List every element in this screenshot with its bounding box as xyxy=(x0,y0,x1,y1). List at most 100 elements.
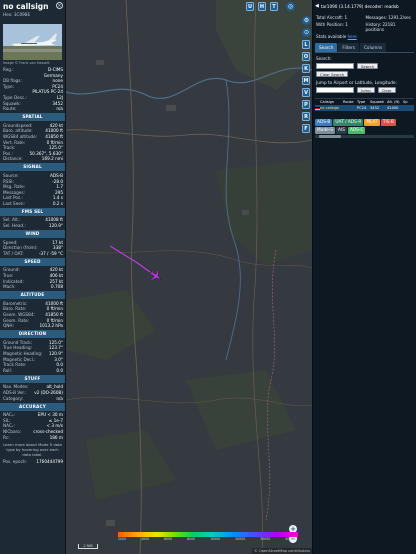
stats-link[interactable]: here xyxy=(348,34,357,39)
row-callsign: no callsign xyxy=(320,106,340,110)
info-row: Sel. Head.: 120.9° xyxy=(0,223,65,229)
search-panel: Search: Search Clear Search Jump to Airp… xyxy=(313,53,416,96)
map-scale: 2 NM xyxy=(78,544,98,549)
info-row: Mach: 0.708 xyxy=(0,284,65,290)
info-note: Learn more about Mode S data type by hov… xyxy=(3,442,62,458)
tab-filters[interactable]: Filters xyxy=(338,43,359,52)
info-row-value: n/a xyxy=(56,106,63,112)
info-row-label: Sel. Head.: xyxy=(3,223,26,229)
info-row-label: TAT / OAT: xyxy=(3,250,24,256)
table-row[interactable]: no callsign PC24 3452 41000 xyxy=(315,105,414,111)
recenter-icon[interactable]: ⊙ xyxy=(302,28,311,37)
map-tiles xyxy=(66,0,312,554)
legend-chip: UAT / ADS-R xyxy=(333,119,364,126)
aircraft-photo[interactable] xyxy=(3,24,62,60)
callsign-title: no callsign xyxy=(3,2,49,11)
pos-epoch-row: Pos. epoch: 1760444799 xyxy=(0,459,65,465)
map-view[interactable]: ◎ U H T ⚙ ⊙ L O K M V P R F + − 2000 400… xyxy=(66,0,312,554)
history-count: History: 22181 positions xyxy=(365,21,396,33)
search-button[interactable]: Search xyxy=(357,63,379,69)
collapse-arrow-icon[interactable]: ◀ xyxy=(315,3,319,9)
jump-label: Jump to Airport or Latitude, Longitude: xyxy=(316,80,397,85)
stats-available: Stats available here xyxy=(316,34,364,40)
section-header: SIGNAL xyxy=(0,163,65,172)
section-header: ACCURACY xyxy=(0,402,65,411)
map-toggle-u[interactable]: U xyxy=(246,2,254,11)
info-row-label: Route: xyxy=(3,106,17,112)
map-toggle-p[interactable]: P xyxy=(302,100,310,109)
info-row-label: Roll: xyxy=(3,367,13,373)
colorbar-label: 10000 xyxy=(210,537,221,541)
aircraft-photo-image xyxy=(3,24,62,60)
section-header: STUFF xyxy=(0,374,65,383)
row-altitude: 41000 xyxy=(387,106,399,110)
info-row-label: Mach: xyxy=(3,284,16,290)
info-row-value: 186 m xyxy=(49,434,63,440)
registration-block: Reg.: D-CIMS Germany DB flags: none Type: PC24… xyxy=(0,67,65,112)
info-row-value: 120.9° xyxy=(48,223,63,229)
altitude-color-labels: 2000 4000 6000 8000 10000 20000 30000 40… xyxy=(118,537,298,541)
aircraft-table: Callsign Route Type Squawk Alt. (ft) Sp … xyxy=(315,98,414,111)
messages-rate: Messages: 1291.2/sec xyxy=(365,15,411,20)
pos-epoch-label: Pos. epoch: xyxy=(3,459,27,465)
info-row: QNH: 1013.2 hPa xyxy=(0,323,65,329)
legend-chip: MLAT xyxy=(364,119,380,126)
map-toggle-m[interactable]: M xyxy=(302,76,310,85)
info-header: no callsign Hex: 3C098E × xyxy=(0,0,65,19)
legend-chip: ADS-C xyxy=(347,127,366,134)
panel-topbar: ◀ tar1090 (3.14.1779) decoder: readsb xyxy=(313,0,416,12)
map-toggle-o[interactable]: O xyxy=(302,52,310,61)
version-label: tar1090 (3.14.1779) decoder: readsb xyxy=(320,3,399,9)
info-row-value: 0.708 xyxy=(51,284,63,290)
info-sections: SPATIAL Groundspeed: 420 kt Baro. altitude:… xyxy=(0,113,65,440)
info-row-value: -37 / -59 °C xyxy=(38,250,63,256)
clear-button[interactable]: Clear xyxy=(377,87,396,93)
info-row-label: QNH: xyxy=(3,323,14,329)
row-squawk: 3452 xyxy=(370,106,380,110)
map-toggle-t[interactable]: T xyxy=(270,2,278,11)
jump-button[interactable]: Jump xyxy=(357,87,375,93)
info-row: Route: n/a xyxy=(0,106,65,112)
info-row: Roll: 0.0 xyxy=(0,368,65,374)
layers-button[interactable]: ◎ xyxy=(286,2,295,11)
info-row: Category: n/a xyxy=(0,396,65,402)
row-speed xyxy=(403,105,411,111)
map-toggle-k[interactable]: K xyxy=(302,64,310,73)
info-row-label: Rc: xyxy=(3,434,10,440)
search-input[interactable] xyxy=(316,63,354,69)
tab-search[interactable]: Search xyxy=(315,43,338,52)
with-position: With Position: 1 xyxy=(316,21,348,27)
legend-chip: Mode-S xyxy=(315,127,335,134)
colorbar-label: 4000 xyxy=(141,537,150,541)
legend-chip: AIS xyxy=(336,127,347,134)
map-toggle-l[interactable]: L xyxy=(302,40,310,49)
panel-tabs: Search Filters Columns xyxy=(315,43,414,53)
osm-attribution[interactable]: © OpenStreetMap contributors xyxy=(252,548,312,554)
stats-label: Stats available xyxy=(316,33,347,39)
section-header: DIRECTION xyxy=(0,330,65,339)
section-header: ALTITUDE xyxy=(0,291,65,300)
colorbar-label: 30000 xyxy=(260,537,271,541)
info-row-label: Category: xyxy=(3,395,24,401)
hex-code: Hex: 3C098E xyxy=(3,12,31,17)
aircraft-list-panel: ◀ tar1090 (3.14.1779) decoder: readsb To… xyxy=(312,0,416,554)
info-row-value: 1013.2 hPa xyxy=(39,323,63,329)
total-aircraft: Total Aircraft: 1 xyxy=(316,15,348,20)
table-scrollbar[interactable] xyxy=(315,135,414,138)
close-icon[interactable]: × xyxy=(56,2,63,9)
legend-chip: ADS-B xyxy=(315,119,333,126)
colorbar-label: 40000+ xyxy=(285,537,298,541)
clear-search-button[interactable]: Clear Search xyxy=(316,71,349,77)
section-header: SPEED xyxy=(0,257,65,266)
info-row-value: n/a xyxy=(56,395,63,401)
map-toggle-r[interactable]: R xyxy=(302,112,310,121)
map-toggle-v[interactable]: V xyxy=(302,88,310,97)
section-header: WIND xyxy=(0,230,65,239)
tab-columns[interactable]: Columns xyxy=(359,43,387,52)
photo-credit: Image © Frank van Hasselt xyxy=(3,61,50,65)
map-toggle-h[interactable]: H xyxy=(258,2,266,11)
settings-gear-icon[interactable]: ⚙ xyxy=(302,16,311,25)
info-row: Distance: 169.2 nmi xyxy=(0,156,65,162)
map-toggle-f[interactable]: F xyxy=(302,124,310,133)
jump-input[interactable] xyxy=(316,87,354,93)
